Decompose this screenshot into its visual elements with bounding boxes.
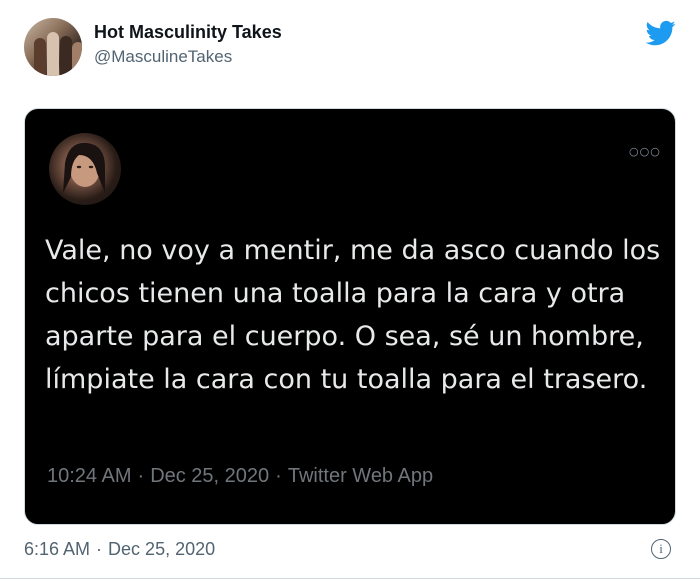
meta-separator: ·: [137, 465, 145, 487]
author-handle[interactable]: @MasculineTakes: [94, 47, 232, 67]
meta-separator: ·: [275, 465, 282, 487]
info-icon[interactable]: i: [651, 539, 671, 559]
tweet-header: Hot Masculinity Takes @MasculineTakes: [0, 0, 700, 90]
twitter-bird-icon[interactable]: [644, 18, 678, 48]
quoted-tweet-date[interactable]: Dec 25, 2020: [150, 465, 269, 487]
quoted-tweet-time[interactable]: 10:24 AM: [47, 465, 132, 487]
avatar-photo: [63, 142, 105, 193]
author-avatar[interactable]: [24, 18, 82, 76]
quoted-tweet-source[interactable]: Twitter Web App: [288, 465, 433, 487]
tweet-time[interactable]: 6:16 AM: [24, 539, 90, 559]
quoted-tweet-meta: 10:24 AM · Dec 25, 2020 · Twitter Web App: [47, 465, 433, 488]
author-name[interactable]: Hot Masculinity Takes: [94, 22, 282, 43]
divider: [0, 578, 700, 579]
tweet-timestamp[interactable]: 6:16 AM · Dec 25, 2020: [24, 539, 215, 560]
quoted-tweet-text: Vale, no voy a mentir, me da asco cuando…: [45, 235, 661, 395]
meta-separator: ·: [96, 539, 103, 559]
more-dots-icon[interactable]: ○○○: [629, 145, 661, 158]
tweet-date[interactable]: Dec 25, 2020: [108, 539, 215, 559]
quoted-tweet-card[interactable]: ○○○ Vale, no voy a mentir, me da asco cu…: [24, 108, 676, 525]
quoted-author-avatar[interactable]: [49, 133, 121, 205]
